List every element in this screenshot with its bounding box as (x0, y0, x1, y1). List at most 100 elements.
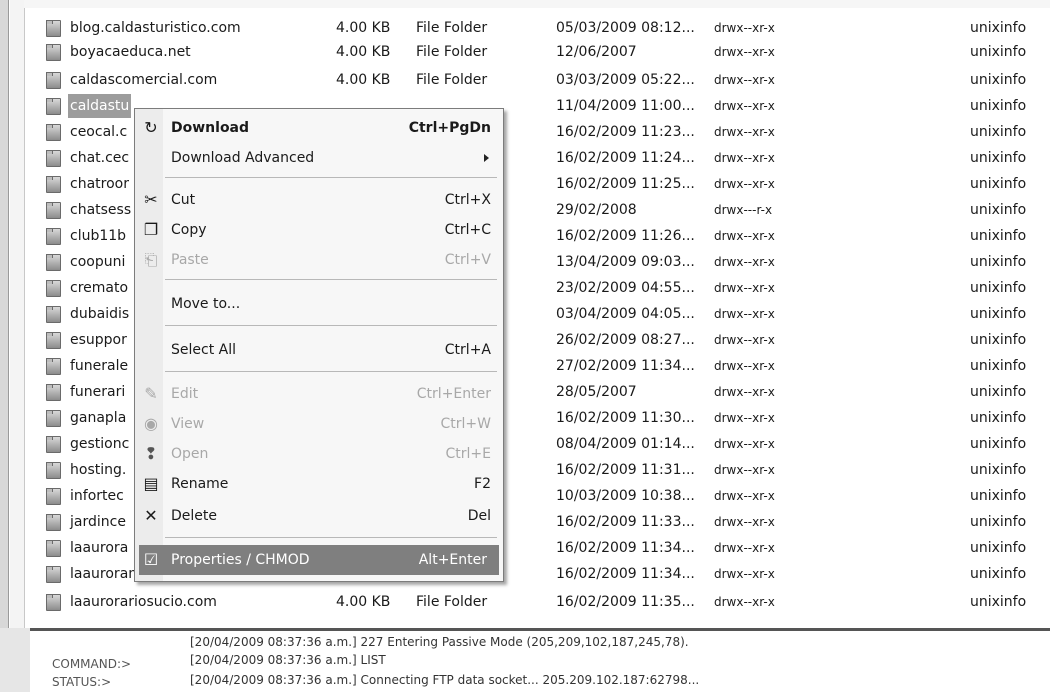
file-owner: unixinfo (970, 150, 1027, 166)
menu-separator (165, 325, 497, 326)
folder-icon (46, 436, 61, 453)
file-date: 16/02/2009 11:30... (556, 410, 695, 426)
file-name: dubaidis (70, 306, 130, 322)
folder-icon (46, 124, 61, 141)
file-date: 16/02/2009 11:25... (556, 176, 695, 192)
file-date: 16/02/2009 11:34... (556, 566, 695, 582)
file-type: File Folder (416, 594, 488, 610)
menu-item-download[interactable]: ↻ Download Ctrl+PgDn (135, 113, 503, 143)
file-name: funerari (70, 384, 126, 400)
folder-icon (46, 254, 61, 271)
scissors-icon: ✂ (144, 190, 158, 209)
menu-item-delete[interactable]: ✕ Delete Del (135, 501, 503, 531)
menu-item-view[interactable]: ◉ View Ctrl+W (135, 409, 503, 439)
file-permissions: drwx--xr-x (714, 125, 775, 139)
file-permissions: drwx--xr-x (714, 73, 775, 87)
menu-item-download-advanced[interactable]: Download Advanced (135, 143, 503, 173)
rename-icon: ▤ (143, 474, 159, 493)
file-permissions: drwx--xr-x (714, 255, 775, 269)
file-name: funerale (70, 358, 129, 374)
file-date: 08/04/2009 01:14... (556, 436, 695, 452)
folder-icon (46, 72, 61, 89)
menu-item-paste[interactable]: ⎗ Paste Ctrl+V (135, 245, 503, 275)
folder-icon (46, 98, 61, 115)
file-type: File Folder (416, 44, 488, 60)
file-name: jardince (70, 514, 126, 530)
menu-separator (165, 371, 497, 372)
file-owner: unixinfo (970, 410, 1027, 426)
menu-item-copy[interactable]: ❐ Copy Ctrl+C (135, 215, 503, 245)
file-name: club11b (70, 228, 127, 244)
log-label-status: STATUS:> (52, 675, 112, 689)
menu-item-select-all[interactable]: Select All Ctrl+A (135, 335, 503, 365)
file-owner: unixinfo (970, 332, 1027, 348)
folder-icon (46, 514, 61, 531)
file-owner: unixinfo (970, 254, 1027, 270)
file-date: 23/02/2009 04:55... (556, 280, 695, 296)
file-name: hosting. (70, 462, 127, 478)
file-name: caldastu (68, 94, 132, 118)
file-size: 4.00 KB (336, 72, 391, 88)
file-name: chatsess (70, 202, 132, 218)
file-date: 16/02/2009 11:35... (556, 594, 695, 610)
file-date: 16/02/2009 11:34... (556, 540, 695, 556)
file-permissions: drwx--xr-x (714, 151, 775, 165)
log-message: [20/04/2009 08:37:36 a.m.] LIST (190, 653, 386, 667)
file-permissions: drwx--xr-x (714, 595, 775, 609)
file-owner: unixinfo (970, 514, 1027, 530)
file-owner: unixinfo (970, 594, 1027, 610)
file-name: gestionc (70, 436, 130, 452)
context-menu: ↻ Download Ctrl+PgDn Download Advanced ✂… (134, 108, 504, 582)
file-name: ganapla (70, 410, 127, 426)
file-row[interactable]: caldascomercial.com 4.00 KB File Folder 03/… (40, 68, 1050, 92)
file-owner: unixinfo (970, 358, 1027, 374)
log-left-edge (0, 628, 30, 692)
file-row[interactable]: laaurorariosucio.com 4.00 KB File Folder 16… (40, 590, 1050, 614)
file-name: cremato (70, 280, 129, 296)
file-date: 10/03/2009 10:38... (556, 488, 695, 504)
file-permissions: drwx--xr-x (714, 515, 775, 529)
folder-icon (46, 488, 61, 505)
file-permissions: drwx---r-x (714, 203, 773, 217)
file-permissions: drwx--xr-x (714, 359, 775, 373)
file-owner: unixinfo (970, 306, 1027, 322)
file-owner: unixinfo (970, 488, 1027, 504)
file-name: esuppor (70, 332, 127, 348)
menu-item-edit[interactable]: ✎ Edit Ctrl+Enter (135, 379, 503, 409)
file-owner: unixinfo (970, 44, 1027, 60)
menu-item-cut[interactable]: ✂ Cut Ctrl+X (135, 185, 503, 215)
file-name: chatroor (70, 176, 129, 192)
folder-icon (46, 462, 61, 479)
file-name: laaurora (70, 540, 129, 556)
file-size: 4.00 KB (336, 20, 391, 36)
file-owner: unixinfo (970, 98, 1027, 114)
file-owner: unixinfo (970, 228, 1027, 244)
file-owner: unixinfo (970, 202, 1027, 218)
copy-icon: ❐ (143, 220, 159, 239)
folder-icon (46, 176, 61, 193)
folder-icon (46, 566, 61, 583)
file-row[interactable]: blog.caldasturistico.com 4.00 KB File Fold… (40, 16, 1050, 40)
file-date: 03/04/2009 04:05... (556, 306, 695, 322)
delete-icon: ✕ (144, 506, 158, 525)
menu-item-rename[interactable]: ▤ Rename F2 (135, 469, 503, 499)
file-type: File Folder (416, 72, 488, 88)
file-row[interactable]: boyacaeduca.net 4.00 KB File Folder 12/06/2… (40, 40, 1050, 64)
file-name: coopuni (70, 254, 126, 270)
file-date: 12/06/2007 (556, 44, 637, 60)
folder-icon (46, 20, 61, 37)
file-owner: unixinfo (970, 176, 1027, 192)
file-date: 29/02/2008 (556, 202, 637, 218)
file-permissions: drwx--xr-x (714, 333, 775, 347)
file-type: File Folder (416, 20, 488, 36)
folder-icon (46, 150, 61, 167)
submenu-arrow-icon (484, 154, 489, 162)
file-permissions: drwx--xr-x (714, 411, 775, 425)
menu-item-open[interactable]: ❢ Open Ctrl+E (135, 439, 503, 469)
menu-item-move-to[interactable]: Move to... (135, 289, 503, 319)
file-permissions: drwx--xr-x (714, 99, 775, 113)
menu-item-properties[interactable]: ☑ Properties / CHMOD Alt+Enter (139, 545, 499, 575)
file-owner: unixinfo (970, 124, 1027, 140)
file-permissions: drwx--xr-x (714, 385, 775, 399)
folder-icon (46, 540, 61, 557)
